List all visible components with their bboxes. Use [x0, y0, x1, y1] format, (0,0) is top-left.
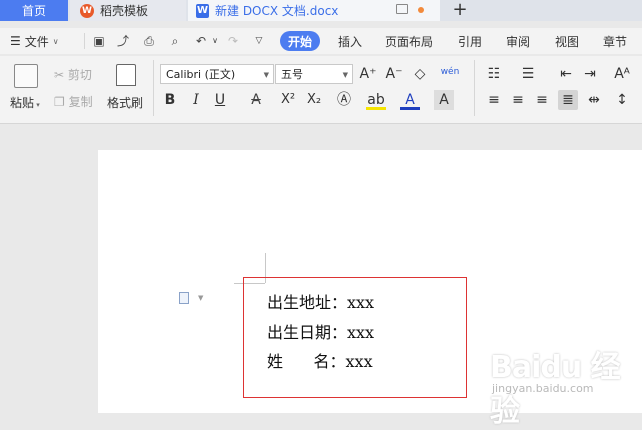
chevron-down-icon: ▾: [34, 101, 40, 109]
chevron-down-icon: ▼: [342, 71, 348, 79]
chevron-down-icon[interactable]: ▼: [198, 294, 203, 302]
tab-bar: 首页 W 稻壳模板 W 新建 DOCX 文档.docx +: [0, 0, 642, 21]
tab-document[interactable]: W 新建 DOCX 文档.docx: [188, 0, 440, 21]
menu-bar: ☰ 文件 ∨ ▣ ⤴ ⎙ ⌕ ↶ ∨ ↷ ▽ 开始 插入 页面布局 引用 审阅 …: [0, 28, 642, 54]
grow-font-icon[interactable]: A⁺: [358, 64, 378, 84]
tab-home-label: 首页: [21, 4, 46, 18]
menu-review[interactable]: 审阅: [506, 28, 530, 54]
wps-template-icon: W: [80, 3, 94, 18]
divider: [474, 60, 475, 116]
superscript-button[interactable]: X²: [278, 90, 298, 110]
increase-indent-icon[interactable]: ⇥: [580, 64, 600, 84]
align-left-icon[interactable]: ≡: [484, 90, 504, 110]
bullet-list-icon[interactable]: ☷: [484, 64, 504, 84]
copy-label: 复制: [68, 95, 93, 109]
justify-icon[interactable]: ≣: [558, 90, 578, 110]
font-size-value: 五号: [281, 68, 303, 81]
word-doc-icon: W: [196, 3, 209, 18]
cut-button: ✂ 剪切: [54, 66, 92, 83]
font-name-select[interactable]: Calibri (正文) ▼: [160, 64, 274, 84]
align-right-icon[interactable]: ≡: [532, 90, 552, 110]
unsaved-dot-icon: [418, 7, 424, 13]
font-name-value: Calibri (正文): [166, 68, 236, 81]
file-menu-label: 文件: [24, 34, 49, 49]
monitor-icon[interactable]: [396, 4, 408, 14]
line-spacing-icon[interactable]: ↕: [612, 90, 632, 110]
scissors-icon: ✂: [54, 68, 68, 82]
menu-insert[interactable]: 插入: [338, 28, 362, 54]
tab-template-label: 稻壳模板: [100, 4, 149, 18]
tab-document-label: 新建 DOCX 文档.docx: [215, 4, 339, 18]
cut-label: 剪切: [67, 68, 92, 82]
clear-format-icon[interactable]: ◇: [410, 64, 430, 84]
customize-toolbar-icon[interactable]: ▽: [252, 34, 266, 48]
copy-button: ❐ 复制: [54, 93, 93, 110]
undo-icon[interactable]: ↶: [194, 34, 208, 48]
save-icon[interactable]: ▣: [92, 34, 106, 48]
menu-view[interactable]: 视图: [555, 28, 579, 54]
decrease-indent-icon[interactable]: ⇤: [556, 64, 576, 84]
new-tab-button[interactable]: +: [448, 0, 472, 21]
paste-button[interactable]: 粘贴 ▾: [10, 94, 40, 111]
menu-section[interactable]: 章节: [603, 28, 627, 54]
change-case-icon[interactable]: Aᴬ: [612, 64, 632, 84]
hamburger-icon: ☰: [10, 34, 21, 48]
highlight-icon[interactable]: ab: [366, 90, 386, 110]
menu-references[interactable]: 引用: [458, 28, 482, 54]
font-size-select[interactable]: 五号 ▼: [275, 64, 353, 84]
strikethrough-button[interactable]: A: [246, 90, 266, 110]
divider: [84, 33, 85, 49]
menu-page-layout[interactable]: 页面布局: [385, 28, 433, 54]
bold-button[interactable]: B: [160, 90, 180, 110]
highlight-annotation-box: [243, 277, 467, 398]
undo-dropdown-icon[interactable]: ∨: [208, 34, 222, 48]
format-painter-button[interactable]: 格式刷: [107, 94, 143, 111]
print-preview-icon[interactable]: ⌕: [168, 34, 182, 48]
paragraph-layout-icon[interactable]: [179, 292, 189, 304]
file-menu[interactable]: ☰ 文件 ∨: [10, 28, 59, 54]
format-painter-icon[interactable]: [116, 64, 136, 86]
pinyin-guide-button[interactable]: wén: [440, 62, 460, 82]
pinyin-label: wén: [440, 67, 460, 77]
shrink-font-icon[interactable]: A⁻: [384, 64, 404, 84]
underline-button[interactable]: U: [210, 90, 230, 110]
print-icon[interactable]: ⎙: [142, 34, 156, 48]
text-effects-icon[interactable]: Ⓐ: [334, 90, 354, 110]
paste-icon[interactable]: [14, 64, 38, 88]
align-center-icon[interactable]: ≡: [508, 90, 528, 110]
tab-template[interactable]: W 稻壳模板: [70, 0, 186, 21]
chevron-down-icon: ∨: [52, 36, 59, 46]
redo-icon: ↷: [227, 34, 239, 48]
baidu-jingyan-watermark: Baidu 经验 jingyan.baidu.com: [490, 342, 640, 429]
export-icon[interactable]: ⤴: [116, 34, 130, 48]
subscript-button[interactable]: X₂: [304, 90, 324, 110]
character-shading-icon[interactable]: A: [434, 90, 454, 110]
ribbon: 粘贴 ▾ ✂ 剪切 ❐ 复制 格式刷 Calibri (正文) ▼ 五号 ▼ A…: [0, 56, 642, 124]
tab-home[interactable]: 首页: [0, 0, 68, 21]
paste-label: 粘贴: [10, 96, 35, 110]
chevron-down-icon: ▼: [263, 71, 269, 79]
numbered-list-icon[interactable]: ☰: [518, 64, 538, 84]
italic-button[interactable]: I: [186, 90, 206, 110]
copy-icon: ❐: [54, 95, 69, 109]
distributed-align-icon[interactable]: ⇹: [584, 90, 604, 110]
font-color-button[interactable]: A: [400, 90, 420, 110]
divider: [153, 60, 154, 116]
menu-start[interactable]: 开始: [280, 31, 321, 51]
watermark-url: jingyan.baidu.com: [492, 382, 594, 395]
